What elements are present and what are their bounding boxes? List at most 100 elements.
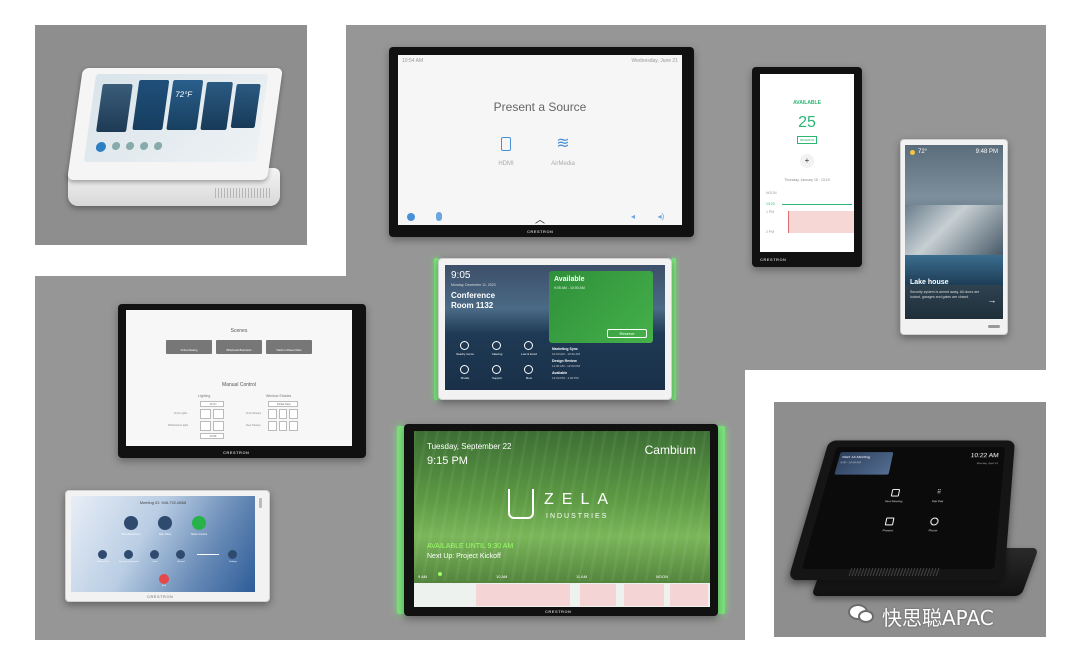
volume-up-icon[interactable]: ◂) <box>655 212 667 221</box>
more-icon <box>524 365 533 374</box>
lightbulb-icon[interactable] <box>200 421 211 431</box>
info-icon[interactable] <box>407 213 415 221</box>
chevron-up-icon[interactable]: ︿ <box>530 211 550 225</box>
audio-icon[interactable] <box>139 142 149 150</box>
more-button[interactable]: More <box>517 365 541 383</box>
agenda-1-time: 10:00 AM - 10:30 AM <box>552 352 581 356</box>
shade-down-icon[interactable] <box>289 421 299 431</box>
hang-up-icon <box>159 574 169 584</box>
front-shades-controls[interactable] <box>268 409 299 419</box>
mute-button[interactable]: Mute Microphone <box>119 516 143 540</box>
clock: 9:48 PM <box>975 149 998 155</box>
present-button[interactable]: Present <box>873 517 904 538</box>
scene-2-button[interactable]: Whiteboard Brainstorm <box>216 340 262 354</box>
busy-block <box>624 584 664 606</box>
box-icon <box>524 341 533 350</box>
shades-open-button[interactable]: Partial Open <box>268 401 298 407</box>
rear-shades-label: Rear Shades <box>246 424 261 427</box>
phone-button[interactable]: Phone <box>918 517 948 538</box>
agenda-3-title: Available <box>552 371 568 375</box>
logo-subtitle: INDUSTRIES <box>546 513 609 520</box>
power-icon[interactable] <box>95 142 107 152</box>
status-date: Wednesday, June 21 <box>631 58 678 64</box>
microphone-icon[interactable] <box>436 212 442 221</box>
lighting-all-off-button[interactable]: All Off <box>200 433 224 439</box>
bus-icon <box>460 365 469 374</box>
quick-action-label: More <box>525 376 533 380</box>
nearby-rooms-button[interactable]: Nearby rooms <box>453 341 477 359</box>
volume-slider[interactable] <box>197 554 219 555</box>
tile-shades[interactable] <box>200 82 234 130</box>
invite-icon <box>150 550 159 559</box>
video-button[interactable]: Stop Video <box>153 516 177 540</box>
clock: 9:15 PM <box>427 455 468 467</box>
button-label: All Off <box>209 435 217 438</box>
conference-panel: 9:05 Monday, December 11, 2023 Conferenc… <box>434 258 676 400</box>
home-panel-screen: 72° 9:48 PM Lake house Security system i… <box>905 145 1003 319</box>
tile-climate[interactable] <box>132 80 170 130</box>
food-icon <box>492 341 501 350</box>
source-airmedia-label: AirMedia <box>551 161 575 167</box>
reserve-button[interactable]: RESERVE <box>797 136 818 144</box>
zoom-side-button[interactable] <box>259 498 262 508</box>
source-hdmi[interactable]: HDMI <box>491 135 521 175</box>
whiteboard-lights-controls[interactable] <box>200 421 224 431</box>
button-label: Share Content <box>190 533 208 536</box>
agenda-3-time: 12:00 PM - 1:00 PM <box>552 376 579 380</box>
button-label: Present <box>882 528 894 533</box>
phone-icon <box>929 517 940 526</box>
button-label: End <box>162 585 166 587</box>
arrow-right-icon[interactable]: → <box>987 295 997 305</box>
shade-stop-icon[interactable] <box>278 421 288 431</box>
button-label: Record <box>177 561 185 563</box>
lost-found-button[interactable]: Lost & found <box>517 341 541 359</box>
share-button[interactable]: Share Content <box>187 516 211 540</box>
lightbulb-icon[interactable] <box>213 421 224 431</box>
dial-pad-button[interactable]: ⠿ Dial Pad <box>924 489 953 508</box>
tile-extra[interactable] <box>230 84 261 128</box>
date: Monday, December 11, 2023 <box>451 283 496 287</box>
lightbulb-icon[interactable] <box>213 409 224 419</box>
support-button[interactable]: Support <box>485 365 509 383</box>
scene-3-button[interactable]: Watch a Shared Video <box>266 340 312 354</box>
light-icon[interactable] <box>111 142 121 150</box>
tile-thermostat[interactable] <box>166 80 204 130</box>
shade-down-icon[interactable] <box>289 409 299 419</box>
source-airmedia[interactable]: ≋ AirMedia <box>543 135 583 175</box>
volume-down-icon[interactable]: ◂ <box>628 212 638 221</box>
zoom-panel: Meeting ID: 948-792-6668 Mute Microphone… <box>65 490 270 602</box>
tile-stadium[interactable] <box>96 84 133 132</box>
availability-time: 9:05 AM - 10:00 AM <box>554 286 585 290</box>
catering-button[interactable]: Catering <box>485 341 509 359</box>
lighting-all-on-button[interactable]: All On <box>200 401 224 407</box>
shuttle-button[interactable]: Shuttle <box>453 365 477 383</box>
zoom-secondary-row: Gallery View Manage Participants Invite … <box>93 550 243 566</box>
lightbulb-icon[interactable] <box>200 409 211 419</box>
record-icon <box>176 550 185 559</box>
scenes-screen: Scenes Online Meeting Whiteboard Brainst… <box>126 310 352 446</box>
tabletop-speaker-grille <box>215 188 270 198</box>
agenda-2-time: 11:00 AM - 12:00 PM <box>552 364 580 368</box>
reserve-button[interactable]: Reserve <box>607 329 647 338</box>
shade-up-icon[interactable] <box>268 409 277 419</box>
lighting-heading: Lighting <box>198 394 211 398</box>
shade-up-icon[interactable] <box>268 421 277 431</box>
new-meeting-button[interactable]: New Meeting <box>879 489 909 508</box>
video-icon[interactable] <box>153 142 163 150</box>
slot-2pm: 2 PM <box>766 230 775 234</box>
front-lights-controls[interactable] <box>200 409 224 419</box>
camera-icon <box>158 516 172 530</box>
add-icon[interactable]: + <box>800 154 814 168</box>
end-button[interactable]: End <box>157 574 171 588</box>
whiteboard-lights-label: Whiteboard Lights <box>168 424 189 427</box>
shade-icon[interactable] <box>125 142 135 150</box>
scene-button-label: Online Meeting <box>180 349 198 352</box>
logo-text: ZELA <box>544 491 617 508</box>
meeting-card[interactable]: Start 1A Meeting 9:00 - 10:00 AM <box>834 452 894 475</box>
scene-title: Lake house <box>910 279 949 286</box>
now-marker-icon <box>438 572 442 576</box>
home-panel-button[interactable] <box>988 325 1000 328</box>
shade-stop-icon[interactable] <box>278 409 288 419</box>
rear-shades-controls[interactable] <box>268 421 299 431</box>
scene-1-button[interactable]: Online Meeting <box>166 340 212 354</box>
